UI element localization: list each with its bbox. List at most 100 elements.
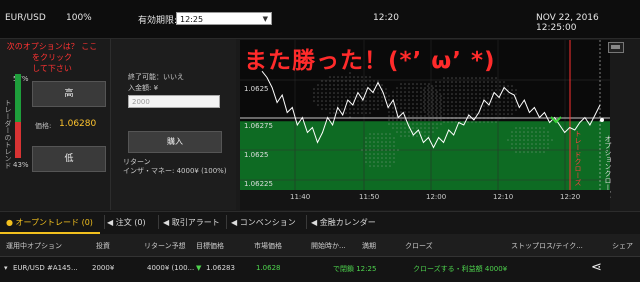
map-dot (427, 89, 429, 91)
map-dot (404, 91, 406, 93)
tab-orders[interactable]: ◀ 注文 (0) (107, 217, 146, 228)
map-dot (432, 103, 434, 105)
map-dot (483, 113, 485, 115)
map-dot (361, 100, 363, 102)
map-dot (459, 77, 461, 79)
column-header[interactable]: 開始時か... (311, 241, 346, 251)
map-dot (412, 87, 414, 89)
amount-input[interactable]: 2000 (128, 95, 220, 108)
map-dot (317, 92, 319, 94)
column-header[interactable]: 運用中オプション (6, 241, 62, 251)
buy-button[interactable]: 購入 (128, 131, 222, 153)
map-dot (436, 99, 438, 101)
map-dot (431, 101, 433, 103)
column-header[interactable]: ストップロス/テイク... (511, 241, 583, 251)
column-header[interactable]: 目標価格 (196, 241, 224, 251)
map-dot (416, 99, 418, 101)
map-dot (436, 127, 438, 129)
map-dot (408, 83, 410, 85)
map-dot (487, 121, 489, 123)
map-dot (400, 131, 402, 133)
map-dot (440, 103, 442, 105)
table-row[interactable]: ▾ EUR/USD #A145... 2000¥ 4000¥ (100... ▼… (0, 257, 640, 282)
expand-icon[interactable]: ▾ (4, 264, 8, 272)
map-dot (396, 95, 398, 97)
column-header[interactable]: 満期 (362, 241, 376, 251)
map-dot (313, 96, 315, 98)
map-dot (373, 165, 375, 167)
expiry-select[interactable]: 12:25 ▼ (176, 12, 272, 25)
column-header[interactable]: クローズ (405, 241, 433, 251)
map-dot (503, 109, 505, 111)
map-dot (412, 83, 414, 85)
map-dot (440, 119, 442, 121)
map-dot (381, 161, 383, 163)
map-dot (467, 77, 469, 79)
map-dot (439, 101, 441, 103)
map-dot (388, 95, 390, 97)
tab-open-trades[interactable]: ● オープントレード (0) (6, 217, 93, 228)
map-dot (475, 101, 477, 103)
map-dot (385, 141, 387, 143)
cell-close[interactable]: クローズする・利益額 4000¥ (413, 264, 507, 274)
map-dot (337, 76, 339, 78)
map-dot (329, 76, 331, 78)
map-dot (388, 99, 390, 101)
map-dot (416, 91, 418, 93)
price-label: 価格: (35, 122, 52, 130)
map-dot (515, 143, 517, 145)
map-dot (388, 119, 390, 121)
low-button[interactable]: 低 (32, 146, 106, 172)
expiry-value: 12:25 (180, 15, 204, 24)
map-dot (539, 147, 541, 149)
map-dot (483, 121, 485, 123)
map-dot (408, 111, 410, 113)
map-dot (531, 131, 533, 133)
map-dot (487, 85, 489, 87)
map-dot (511, 97, 513, 99)
next-option-link[interactable]: 次のオプションは？ ここをクリック して下さい (6, 41, 98, 74)
map-dot (400, 91, 402, 93)
map-dot (424, 119, 426, 121)
map-dot (455, 85, 457, 87)
map-dot (412, 115, 414, 117)
high-button[interactable]: 高 (32, 81, 106, 107)
map-dot (507, 97, 509, 99)
column-header[interactable]: リターン予想 (144, 241, 186, 251)
map-dot (511, 113, 513, 115)
map-dot (432, 111, 434, 113)
column-header[interactable]: 市場価格 (254, 241, 282, 251)
map-dot (475, 113, 477, 115)
map-dot (463, 93, 465, 95)
tab-economic-calendar[interactable]: ◀ 金融カレンダー (311, 217, 376, 228)
map-dot (495, 85, 497, 87)
map-dot (491, 93, 493, 95)
map-dot (377, 133, 379, 135)
column-header[interactable]: 投資 (96, 241, 110, 251)
map-dot (365, 112, 367, 114)
map-dot (381, 104, 383, 106)
map-dot (404, 107, 406, 109)
tab-trade-alerts[interactable]: ◀ 取引アラート (163, 217, 220, 228)
map-dot (365, 84, 367, 86)
map-dot (313, 88, 315, 90)
map-dot (447, 97, 449, 99)
map-dot (511, 147, 513, 149)
map-dot (547, 143, 549, 145)
map-dot (519, 147, 521, 149)
map-dot (431, 97, 433, 99)
x-tick-label: 12:00 (426, 193, 447, 201)
column-header[interactable]: シェア (612, 241, 633, 251)
map-dot (531, 139, 533, 141)
chart-type-icon[interactable] (608, 42, 624, 53)
map-dot (436, 123, 438, 125)
x-tick-label: 11:40 (290, 193, 311, 201)
map-dot (385, 157, 387, 159)
tab-conventions[interactable]: ◀ コンベンション (231, 217, 296, 228)
share-icon[interactable]: ⋖ (591, 260, 602, 275)
map-dot (416, 115, 418, 117)
map-dot (333, 100, 335, 102)
map-dot (377, 165, 379, 167)
asset-pair[interactable]: EUR/USD (5, 13, 46, 23)
map-dot (341, 108, 343, 110)
